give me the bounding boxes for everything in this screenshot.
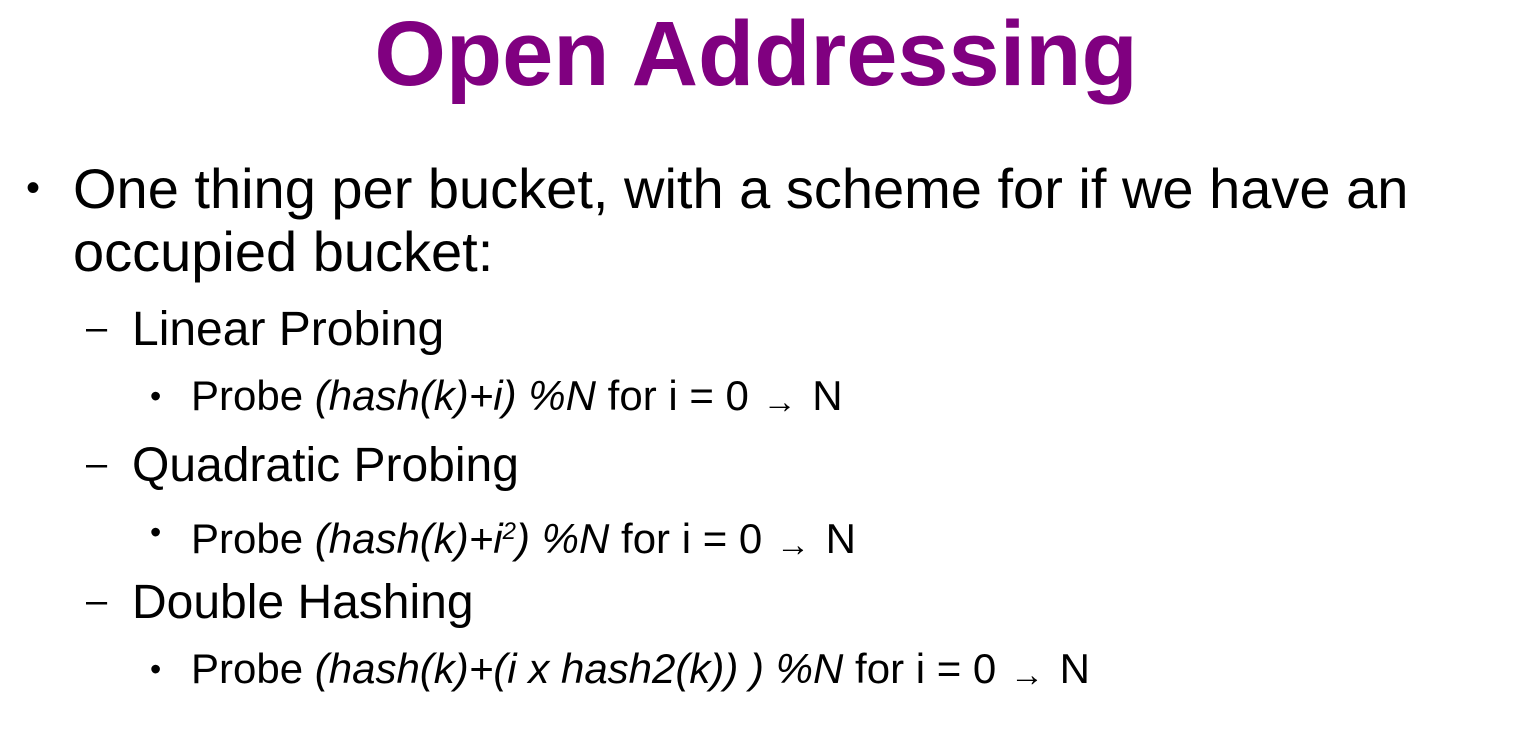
probe-range: for i = 0: [609, 515, 763, 562]
probe-line-linear: • Probe (hash(k)+i) %N for i = 0 → N: [150, 372, 843, 423]
probe-formula-end: ) %N: [750, 645, 844, 692]
right-arrow-icon: →: [762, 383, 797, 421]
right-arrow-icon: →: [775, 526, 810, 564]
probe-line-quadratic: • Probe (hash(k)+i2) %N for i = 0 → N: [150, 508, 856, 566]
slide-title: Open Addressing: [374, 3, 1138, 105]
probe-range-end: N: [813, 515, 856, 562]
probe-range: for i = 0: [843, 645, 997, 692]
probe-line-double: • Probe (hash(k)+(i x hash2(k)) ) %N for…: [150, 645, 1090, 696]
probe-text: Probe (hash(k)+i) %N for i = 0 → N: [191, 372, 843, 423]
right-arrow-icon: →: [1009, 656, 1044, 694]
bullet-icon: •: [26, 166, 41, 210]
dash-icon: –: [86, 580, 108, 622]
probe-formula-end: ) %N: [516, 515, 610, 562]
probe-formula: (hash(k)+(i x hash2(k)): [314, 645, 751, 692]
probe-exponent: 2: [502, 518, 517, 545]
probe-range-end: N: [800, 372, 843, 419]
dash-icon: –: [86, 443, 108, 485]
probe-prefix: Probe: [191, 515, 315, 562]
probe-text: Probe (hash(k)+(i x hash2(k)) ) %N for i…: [191, 645, 1090, 696]
sub-item-heading: Linear Probing: [132, 303, 445, 356]
main-bullet: • One thing per bucket, with a scheme fo…: [26, 157, 1506, 283]
sub-item-heading: Quadratic Probing: [132, 439, 519, 492]
bullet-icon: •: [150, 514, 162, 550]
dash-icon: –: [86, 307, 108, 349]
probe-formula-end: ) %N: [502, 372, 596, 419]
probe-formula: (hash(k)+i: [314, 372, 503, 419]
probe-prefix: Probe: [191, 645, 315, 692]
probe-formula: (hash(k)+i: [314, 515, 503, 562]
probe-text: Probe (hash(k)+i2) %N for i = 0 → N: [191, 508, 856, 566]
bullet-icon: •: [150, 651, 162, 687]
probe-range-end: N: [1047, 645, 1090, 692]
probe-prefix: Probe: [191, 372, 315, 419]
sub-item-double-hashing: – Double Hashing: [86, 576, 474, 630]
sub-item-linear-probing: – Linear Probing: [86, 303, 444, 357]
sub-item-heading: Double Hashing: [132, 576, 474, 629]
probe-range: for i = 0: [596, 372, 749, 419]
bullet-icon: •: [150, 378, 162, 414]
main-bullet-text: One thing per bucket, with a scheme for …: [73, 157, 1409, 283]
sub-item-quadratic-probing: – Quadratic Probing: [86, 439, 519, 493]
